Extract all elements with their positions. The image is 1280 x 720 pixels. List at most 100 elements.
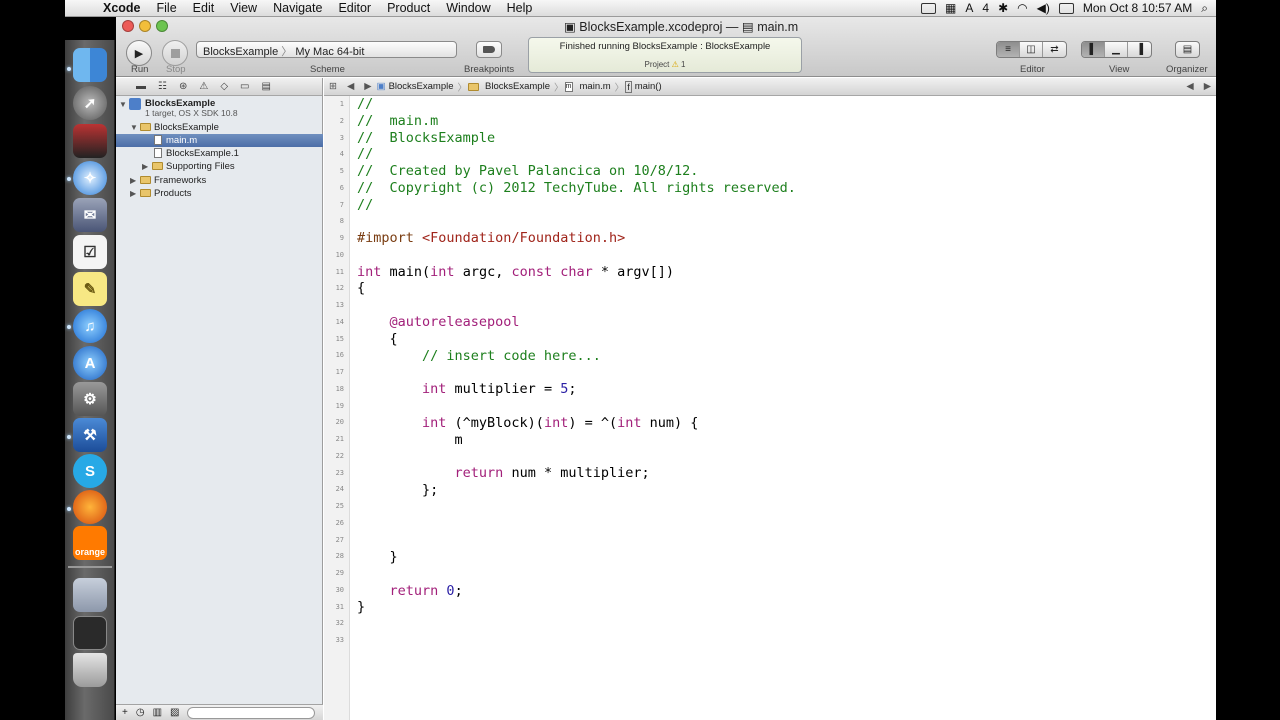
project-navigator-tab-icon[interactable]: ▬ — [136, 81, 146, 92]
system-preferences-icon[interactable]: ⚙ — [73, 382, 107, 416]
previous-issue-icon[interactable]: ◀ — [1181, 81, 1198, 92]
disclosure-closed-icon: ▶ — [130, 189, 137, 198]
code-editor[interactable]: // // main.m // BlocksExample // // Crea… — [357, 96, 1212, 720]
safari-icon[interactable]: ✧ — [73, 161, 107, 195]
mail-icon[interactable]: ✉ — [73, 198, 107, 232]
skype-icon[interactable]: S — [73, 454, 107, 488]
scheme-selector[interactable]: BlocksExample 〉 My Mac 64-bit — [196, 41, 457, 58]
toggle-debug-area-button[interactable]: ▁ — [1105, 42, 1128, 57]
file-blocksexample-1[interactable]: BlocksExample.1 — [116, 147, 323, 160]
volume-icon[interactable]: ◀) — [1037, 1, 1050, 15]
document-icon[interactable] — [73, 616, 107, 650]
menu-editor[interactable]: Editor — [330, 1, 379, 15]
navigator-filter-field[interactable] — [187, 706, 316, 719]
breakpoint-navigator-tab-icon[interactable]: ▭ — [240, 81, 249, 92]
menubar-clock[interactable]: Mon Oct 8 10:57 AM — [1083, 1, 1192, 15]
related-items-icon[interactable]: ⊞ — [324, 81, 342, 92]
unsaved-filter-icon[interactable]: ▥ — [153, 707, 162, 718]
menu-navigate[interactable]: Navigate — [265, 1, 330, 15]
disclosure-open-icon: ▼ — [130, 123, 138, 132]
forward-arrow-icon[interactable]: ▶ — [359, 81, 376, 92]
folder-icon[interactable] — [73, 578, 107, 612]
jump-crumb-file[interactable]: main.m — [577, 81, 614, 92]
group-blocksexample[interactable]: ▼ BlocksExample — [116, 121, 323, 134]
organizer-control: ▤ — [1175, 41, 1200, 58]
scheme-destination: My Mac 64-bit — [295, 46, 365, 58]
code-line: int (^myBlock)(int) = ^(int num) { — [357, 415, 698, 431]
reminders-icon[interactable]: ☑ — [73, 235, 107, 269]
line-number: 10 — [335, 250, 344, 259]
breakpoints-button[interactable] — [476, 41, 502, 58]
organizer-button[interactable]: ▤ — [1176, 42, 1199, 57]
scm-filter-icon[interactable]: ▨ — [170, 707, 179, 718]
project-root[interactable]: ▼ BlocksExample 1 target, OS X SDK 10.8 — [116, 98, 323, 120]
group-supporting-files[interactable]: ▶ Supporting Files — [116, 160, 323, 173]
editor-label: Editor — [1020, 64, 1045, 75]
xcode-icon[interactable]: ⚒ — [73, 418, 107, 452]
orange-icon[interactable]: orange — [73, 526, 107, 560]
back-arrow-icon[interactable]: ◀ — [342, 81, 359, 92]
app-store-icon[interactable]: A — [73, 346, 107, 380]
next-issue-icon[interactable]: ▶ — [1199, 81, 1216, 92]
add-file-icon[interactable]: + — [122, 707, 128, 718]
screen-recording-icon[interactable] — [921, 2, 937, 14]
toggle-utilities-button[interactable]: ▐ — [1128, 42, 1151, 57]
search-navigator-tab-icon[interactable]: ⊛ — [179, 81, 187, 92]
wifi-icon[interactable]: ◠ — [1017, 1, 1027, 15]
menu-app[interactable]: Xcode — [95, 1, 149, 15]
left-letterbox — [0, 0, 65, 720]
run-button[interactable]: ▶ — [126, 40, 152, 66]
log-navigator-tab-icon[interactable]: ▤ — [261, 81, 270, 92]
menu-view[interactable]: View — [222, 1, 265, 15]
bluetooth-icon[interactable]: ✱ — [998, 1, 1008, 15]
line-number-gutter[interactable]: 1 2 3 4 5 6 7 8 9 10 11 12 13 14 15 16 17 18 19 20 21 22 23 24 2… — [324, 96, 350, 720]
spaces-icon[interactable]: ▦ — [945, 1, 956, 15]
spotlight-search-icon[interactable]: ⌕ — [1201, 1, 1208, 16]
line-number: 3 — [339, 133, 344, 142]
group-frameworks[interactable]: ▶ Frameworks — [116, 174, 323, 187]
toggle-navigator-button[interactable]: ▌ — [1082, 42, 1105, 57]
file-main-m[interactable]: m main.m — [116, 134, 323, 147]
code-token: int — [543, 415, 569, 431]
version-editor-button[interactable]: ⇄ — [1043, 42, 1066, 57]
menu-product[interactable]: Product — [379, 1, 438, 15]
code-line: } — [357, 599, 366, 615]
notes-icon[interactable]: ✎ — [73, 272, 107, 306]
navigator-filter-bar: + ◷ ▥ ▨ — [116, 704, 323, 720]
launchpad-icon[interactable]: ➚ — [73, 86, 107, 120]
itunes-icon[interactable]: ♫ — [73, 309, 107, 343]
jump-crumb-project[interactable]: BlocksExample — [386, 81, 457, 92]
disclosure-closed-icon: ▶ — [130, 176, 137, 185]
code-token: #import — [357, 230, 414, 246]
line-number: 32 — [335, 619, 344, 628]
finder-icon[interactable] — [73, 48, 107, 82]
menu-window[interactable]: Window — [438, 1, 498, 15]
menu-help[interactable]: Help — [499, 1, 541, 15]
code-line: int main(int argc, const char * argv[]) — [357, 264, 674, 280]
menu-file[interactable]: File — [149, 1, 185, 15]
debug-navigator-tab-icon[interactable]: ◇ — [220, 81, 228, 92]
adobe-icon[interactable]: A — [965, 1, 973, 15]
stop-button[interactable] — [162, 40, 188, 66]
activity-project-status[interactable]: Project ⚠ 1 — [529, 60, 801, 69]
firefox-icon[interactable] — [73, 490, 107, 524]
minimize-window-button[interactable] — [139, 20, 151, 32]
warning-icon: ⚠ — [671, 60, 679, 69]
battery-icon[interactable] — [1058, 2, 1074, 14]
trash-icon[interactable] — [73, 653, 107, 687]
group-products[interactable]: ▶ Products — [116, 187, 323, 200]
nav-item-label: Products — [154, 188, 192, 199]
symbol-navigator-tab-icon[interactable]: ☷ — [158, 81, 167, 92]
assistant-editor-button[interactable]: ◫ — [1020, 42, 1043, 57]
zoom-window-button[interactable] — [156, 20, 168, 32]
jump-crumb-function[interactable]: main() — [632, 81, 665, 92]
issue-navigator-tab-icon[interactable]: ⚠ — [199, 81, 208, 92]
recent-files-filter-icon[interactable]: ◷ — [136, 707, 145, 718]
standard-editor-button[interactable]: ≡ — [997, 42, 1020, 57]
jump-crumb-group[interactable]: BlocksExample — [482, 81, 553, 92]
breakpoints-label: Breakpoints — [464, 64, 515, 75]
photo-booth-icon[interactable] — [73, 124, 107, 158]
line-number: 24 — [335, 485, 344, 494]
close-window-button[interactable] — [122, 20, 134, 32]
menu-edit[interactable]: Edit — [185, 1, 223, 15]
